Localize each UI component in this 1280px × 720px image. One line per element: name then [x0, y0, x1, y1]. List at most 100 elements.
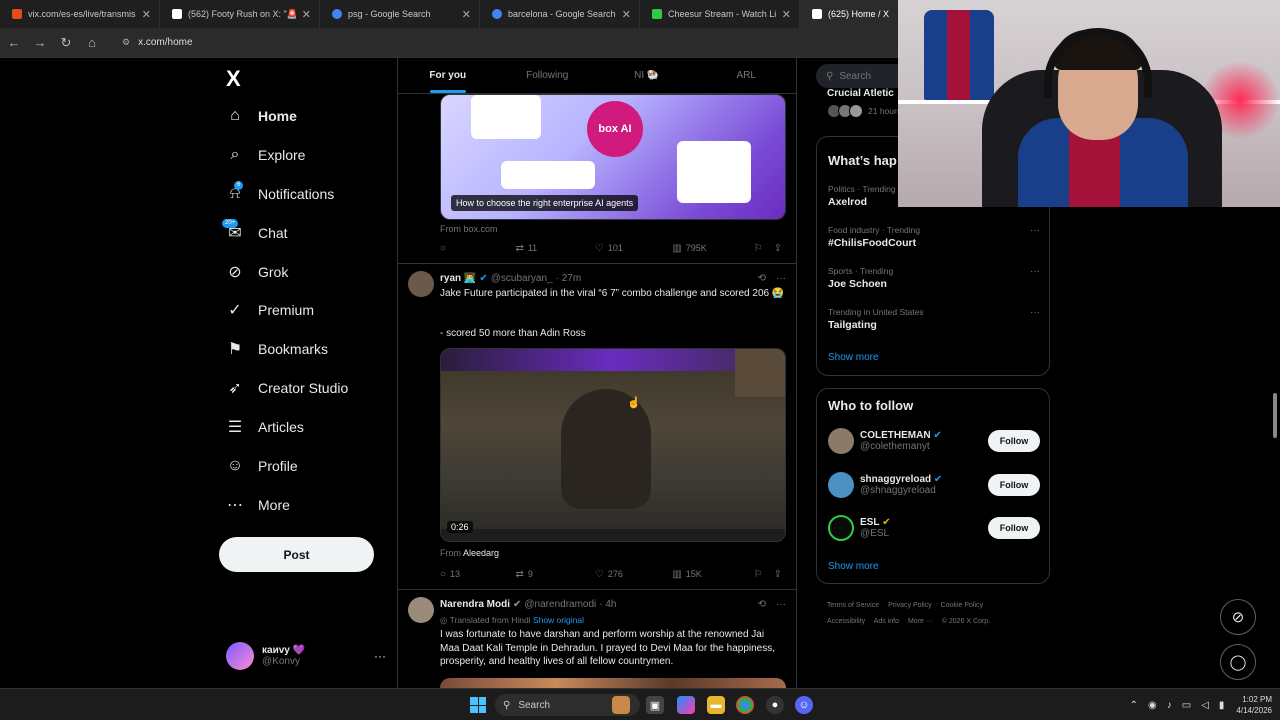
show-more-link[interactable]: Show more: [828, 352, 879, 363]
trend-item[interactable]: Food industry · Trending #ChilisFoodCour…: [828, 225, 1040, 249]
show-more-link[interactable]: Show more: [828, 561, 879, 572]
app-icon[interactable]: ●: [766, 696, 784, 714]
more-dots-icon[interactable]: ···: [1030, 266, 1040, 277]
footer-link[interactable]: Cookie Policy: [941, 602, 983, 609]
nav-notifications[interactable]: ⍾ 6 Notifications: [222, 179, 334, 209]
trend-item[interactable]: Trending in United States Tailgating ···: [828, 307, 1040, 331]
grok-icon[interactable]: ⟲: [758, 273, 766, 284]
footer-link[interactable]: More ···: [908, 618, 933, 625]
copilot-icon[interactable]: [677, 696, 695, 714]
windows-start-icon[interactable]: [470, 697, 486, 713]
nav-more[interactable]: ⋯ More: [222, 490, 290, 520]
video-source[interactable]: From Aleedarg: [440, 548, 499, 558]
chevron-up-icon[interactable]: ⌃: [1130, 700, 1138, 711]
tweet-video[interactable]: ☝ 0:26: [440, 348, 786, 542]
ad-media-card[interactable]: box AI How to choose the right enterpris…: [440, 94, 786, 220]
close-tab-icon[interactable]: ✕: [302, 8, 311, 21]
file-explorer-icon[interactable]: ▬: [707, 696, 725, 714]
close-tab-icon[interactable]: ✕: [782, 8, 791, 21]
avatar[interactable]: [408, 271, 434, 297]
footer-link[interactable]: Terms of Service: [827, 602, 879, 609]
more-dots-icon[interactable]: ···: [1030, 225, 1040, 236]
url-text[interactable]: x.com/home: [138, 37, 192, 48]
ad-source[interactable]: From box.com: [440, 224, 498, 234]
grok-float-button[interactable]: ⊘: [1220, 599, 1256, 635]
footer-link[interactable]: Privacy Policy: [888, 602, 932, 609]
views-action[interactable]: ▥ 795K: [672, 243, 753, 254]
nav-chat[interactable]: ✉ 20+ Chat: [222, 218, 288, 248]
microphone-icon[interactable]: ♪: [1167, 700, 1172, 711]
tray-app-icon[interactable]: ◉: [1148, 700, 1157, 711]
tab-ni[interactable]: NI 🐏: [597, 58, 697, 93]
account-switcher[interactable]: каиvy 💜 @Konvy ···: [226, 642, 386, 670]
nav-explore[interactable]: ⌕ Explore: [222, 140, 306, 170]
chrome-icon[interactable]: [736, 696, 754, 714]
tweet-time[interactable]: · 27m: [556, 273, 582, 284]
tab-following[interactable]: Following: [498, 58, 598, 93]
tweet-handle[interactable]: @scubaryan_: [491, 273, 553, 284]
nav-creator-studio[interactable]: ➶ Creator Studio: [222, 373, 348, 403]
browser-tab[interactable]: barcelona - Google Search ✕: [480, 0, 640, 28]
tweet-author-name[interactable]: ryan 👨‍💻: [440, 273, 476, 284]
browser-tab[interactable]: Cheesur Stream - Watch Live o ✕: [640, 0, 800, 28]
widget-icon[interactable]: [612, 696, 630, 714]
scroll-thumb[interactable]: [1273, 393, 1277, 438]
follow-suggestion[interactable]: COLETHEMAN ✔ @colethemanyt Follow: [828, 426, 1040, 456]
home-icon[interactable]: ⌂: [80, 35, 104, 50]
reload-icon[interactable]: ↻: [54, 35, 78, 51]
tweet-author-name[interactable]: Narendra Modi: [440, 599, 510, 610]
nav-premium[interactable]: ✓ Premium: [222, 295, 314, 325]
close-tab-icon[interactable]: ✕: [622, 8, 631, 21]
browser-tab[interactable]: (562) Footy Rush on X: "🚨🇦🇷" ✕: [160, 0, 320, 28]
site-info-icon[interactable]: ⚙: [122, 37, 130, 48]
discord-icon[interactable]: ☺: [795, 696, 813, 714]
video-control-bar[interactable]: [441, 529, 785, 541]
show-original-link[interactable]: Show original: [533, 615, 584, 625]
nav-profile[interactable]: ☺ Profile: [222, 451, 298, 481]
volume-icon[interactable]: ◁: [1201, 700, 1209, 711]
follow-button[interactable]: Follow: [988, 474, 1040, 496]
browser-tab[interactable]: psg - Google Search ✕: [320, 0, 480, 28]
more-dots-icon[interactable]: ···: [374, 649, 386, 663]
more-dots-icon[interactable]: ···: [776, 273, 786, 284]
views-action[interactable]: ▥ 15K: [672, 569, 753, 580]
forward-icon[interactable]: →: [28, 35, 52, 50]
tab-arl[interactable]: ARL: [697, 58, 797, 93]
close-tab-icon[interactable]: ✕: [462, 8, 471, 21]
tweet-image[interactable]: [440, 678, 786, 688]
more-dots-icon[interactable]: ···: [776, 599, 786, 610]
tweet-time[interactable]: · 4h: [599, 599, 616, 610]
more-dots-icon[interactable]: ···: [1030, 307, 1040, 318]
follow-button[interactable]: Follow: [988, 430, 1040, 452]
like-action[interactable]: ♡ 276: [595, 569, 672, 580]
bookmark-action[interactable]: ⚐: [754, 569, 774, 580]
share-action[interactable]: ⇪: [774, 243, 786, 254]
messages-float-button[interactable]: ◯: [1220, 644, 1256, 680]
x-logo-icon[interactable]: X: [226, 66, 241, 92]
task-view-icon[interactable]: ▣: [646, 696, 664, 714]
close-tab-icon[interactable]: ✕: [142, 8, 151, 21]
tweet-handle[interactable]: @narendramodi: [524, 599, 596, 610]
follow-suggestion[interactable]: shnaggyreload ✔ @shnaggyreload Follow: [828, 470, 1040, 500]
follow-suggestion[interactable]: ESL ✔ @ESL Follow: [828, 513, 1040, 543]
trend-item[interactable]: Sports · Trending Joe Schoen ···: [828, 266, 1040, 290]
footer-link[interactable]: Ads info: [874, 618, 899, 625]
nav-articles[interactable]: ☰ Articles: [222, 412, 304, 442]
battery-icon[interactable]: ▮: [1219, 700, 1225, 711]
network-icon[interactable]: ▭: [1182, 700, 1191, 711]
like-action[interactable]: ♡ 101: [595, 243, 672, 254]
back-icon[interactable]: ←: [2, 35, 26, 50]
live-card-title[interactable]: Crucial Atletic: [827, 88, 894, 99]
url-field[interactable]: ⚙ x.com/home: [122, 37, 193, 48]
nav-bookmarks[interactable]: ⚑ Bookmarks: [222, 334, 328, 364]
from-name[interactable]: Aleedarg: [463, 548, 499, 558]
tab-for-you[interactable]: For you: [398, 58, 498, 93]
retweet-action[interactable]: ⇄ 9: [515, 569, 594, 580]
follow-button[interactable]: Follow: [988, 517, 1040, 539]
nav-home[interactable]: ⌂ Home: [222, 101, 297, 131]
footer-link[interactable]: Accessibility: [827, 618, 865, 625]
reply-action[interactable]: ○: [440, 243, 515, 254]
share-action[interactable]: ⇪: [774, 569, 786, 580]
bookmark-action[interactable]: ⚐: [754, 243, 774, 254]
retweet-action[interactable]: ⇄ 11: [515, 243, 594, 254]
